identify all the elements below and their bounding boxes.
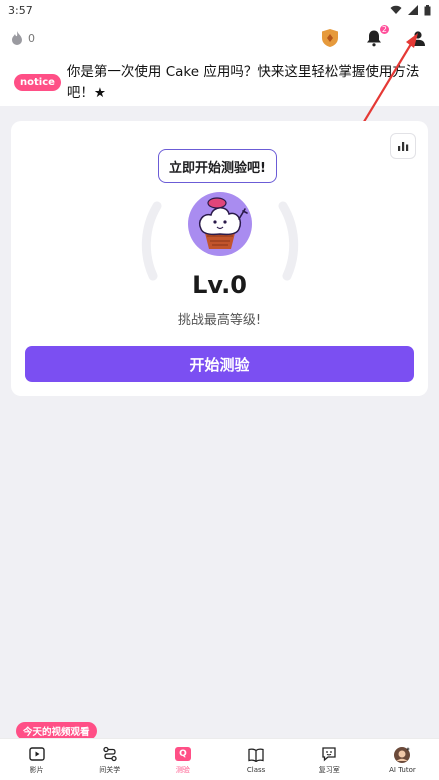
tab-review-label: 复习室	[318, 765, 340, 774]
user-icon	[411, 30, 425, 46]
tab-video[interactable]: 影片	[0, 739, 73, 780]
tab-ai-tutor[interactable]: AI Tutor	[366, 739, 439, 780]
notice-text: 你是第一次使用 Cake 应用吗？快来这里轻松掌握使用方法吧！★	[66, 64, 420, 101]
tab-video-label: 影片	[29, 765, 44, 774]
streak-count: 0	[28, 31, 35, 45]
tab-quiz-label: 测验	[175, 765, 190, 774]
bottom-tab-bar: 影片 间关学 Q 测验 Class 复习室 AI Tutor	[0, 738, 439, 780]
level-subtitle: 挑战最高等级!	[177, 313, 262, 328]
quiz-icon: Q	[174, 746, 191, 761]
shield-badge-button[interactable]	[319, 27, 341, 49]
notice-tag: notice	[14, 74, 61, 91]
tab-path[interactable]: 间关学	[73, 739, 146, 780]
shield-icon	[322, 29, 338, 47]
tab-ai-tutor-label: AI Tutor	[389, 765, 416, 774]
profile-button[interactable]	[407, 27, 429, 49]
top-bar: 0 2	[0, 20, 439, 56]
tab-quiz[interactable]: Q 测验	[146, 739, 219, 780]
level-label: Lv.0	[192, 271, 247, 299]
flame-icon	[12, 31, 22, 45]
book-icon	[248, 748, 264, 762]
streak-counter[interactable]: 0	[10, 30, 35, 46]
bar-chart-icon	[398, 142, 409, 151]
battery-icon	[424, 4, 431, 15]
tab-class-label: Class	[246, 765, 266, 774]
review-icon	[322, 746, 336, 761]
tab-class[interactable]: Class	[220, 739, 293, 780]
cupcake-mascot-icon	[188, 192, 252, 256]
route-icon	[103, 746, 117, 761]
start-quiz-button[interactable]: 开始测验	[25, 346, 414, 382]
stats-button[interactable]	[390, 133, 416, 159]
notice-banner[interactable]: notice 你是第一次使用 Cake 应用吗？快来这里轻松掌握使用方法吧！★	[0, 56, 439, 106]
wifi-icon	[390, 5, 402, 14]
status-time: 3:57	[8, 3, 33, 17]
tab-path-label: 间关学	[99, 765, 121, 774]
tab-review[interactable]: 复习室	[293, 739, 366, 780]
signal-icon	[408, 5, 418, 15]
play-icon	[28, 746, 45, 761]
start-prompt-bubble: 立即开始测验吧!	[158, 149, 277, 183]
quiz-card: 立即开始测验吧! Lv.0 挑战最高等级! 开始测验	[11, 121, 428, 396]
notification-badge: 2	[378, 24, 390, 35]
notifications-button[interactable]: 2	[363, 24, 390, 49]
avatar-icon	[394, 746, 411, 763]
status-bar: 3:57	[0, 0, 439, 20]
